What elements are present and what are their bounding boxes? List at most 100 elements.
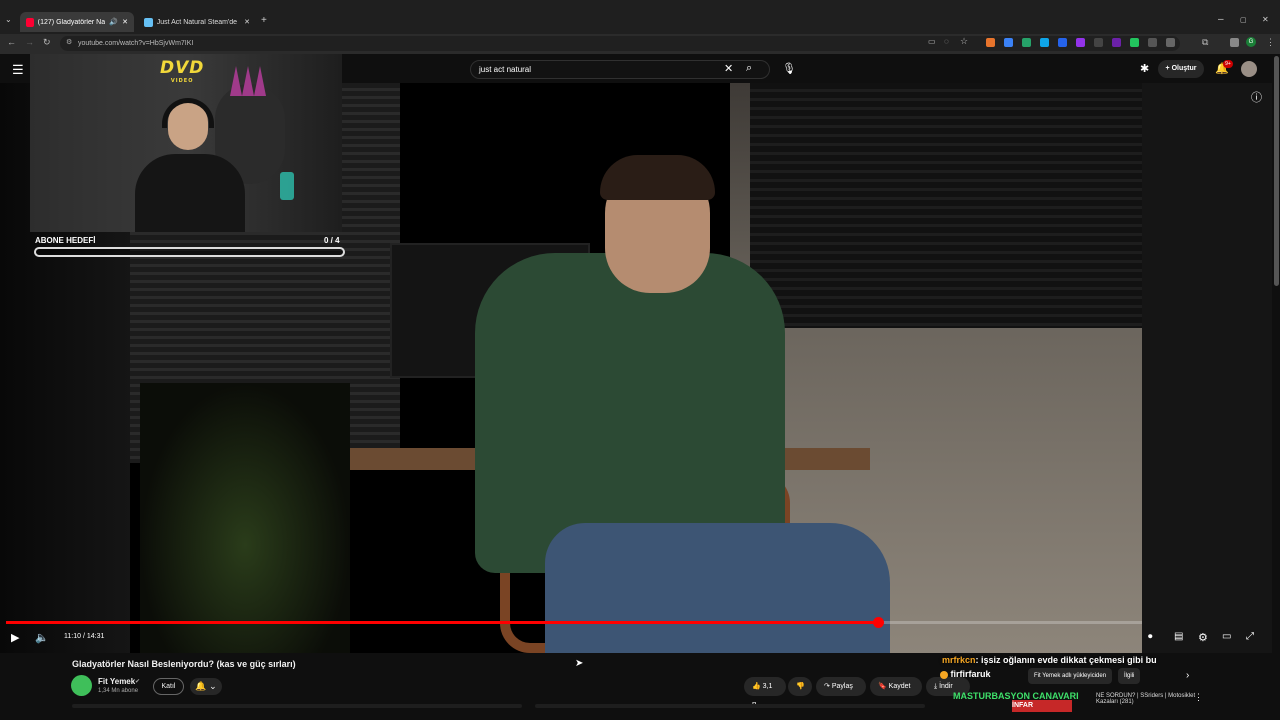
subscriber-goal-label: ABONE HEDEFİ [35,236,96,245]
extension-icon[interactable] [1166,38,1175,47]
clear-search-icon[interactable]: ✕ [724,62,733,75]
extension-icon[interactable] [986,38,995,47]
eye-off-icon[interactable]: ◌ [944,37,949,46]
progress-fill [6,621,879,624]
video-scene-plant [140,383,350,653]
like-button[interactable]: 👍 3,1 B [744,677,786,709]
back-icon[interactable]: ← [7,37,16,47]
extension-icon[interactable] [1076,38,1085,47]
thumbs-up-icon: 👍 [752,683,761,690]
video-person-hair [600,155,715,200]
volume-icon[interactable]: 🔈 [35,631,49,644]
browser-menu-icon[interactable]: ⋮ [1266,37,1275,48]
tab-label: Just Act Natural Steam'de [156,18,238,26]
subtitles-icon[interactable]: ▤ [1174,631,1183,642]
restore-button[interactable]: ▢ [1240,16,1247,24]
page-scrollbar[interactable] [1274,56,1279,286]
tab-label: (127) Gladyatörler Nasıl Be [37,18,106,26]
extension-icon[interactable] [1148,38,1157,47]
more-options-icon[interactable]: ⋮ [1194,692,1203,703]
bookmark-icon: 🔖 [878,683,887,690]
download-label: İndir [939,683,953,690]
play-icon[interactable]: ▶ [11,631,19,644]
tab-audio-icon[interactable]: 🔊 [109,18,118,26]
mouse-cursor-icon: ➤ [575,658,584,669]
save-button[interactable]: 🔖 Kaydet [870,677,922,696]
chat-message: firfirfaruk [940,669,991,679]
hamburger-icon[interactable]: ☰ [12,62,24,78]
browser-tab-bar: ⌄ (127) Gladyatörler Nasıl Be 🔊 ✕ Just A… [0,0,1280,34]
extension-icon[interactable]: ✱ [1140,62,1149,75]
video-progress-bar[interactable] [6,621,1142,624]
extension-icon[interactable] [1004,38,1013,47]
new-tab-button[interactable]: + [261,15,267,26]
info-icon[interactable]: ⓘ [1251,89,1262,105]
reload-icon[interactable]: ↻ [43,37,51,48]
chevron-right-icon[interactable]: › [1186,670,1189,681]
extension-icon[interactable] [1094,38,1103,47]
subscriber-goal-bar [34,247,345,257]
join-button[interactable]: Katıl [153,678,184,695]
extension-icon[interactable] [1130,38,1139,47]
profile-avatar-icon[interactable]: G [1246,37,1256,47]
settings-gear-icon[interactable]: ⚙ [1198,631,1208,644]
chip-related[interactable]: İlgili [1118,668,1141,684]
avatar[interactable] [1241,61,1257,77]
extension-icon[interactable] [1230,38,1239,47]
search-icon[interactable]: ⌕ [746,62,752,75]
extensions-puzzle-icon[interactable]: ⧉ [1202,37,1208,48]
save-label: Kaydet [888,683,911,690]
mic-icon[interactable]: 🎙 [782,62,796,75]
channel-avatar[interactable] [71,675,92,696]
channel-name[interactable]: Fit Yemek [98,677,135,686]
share-icon: ↷ [824,683,830,690]
cast-icon[interactable]: ▭ [928,37,936,46]
fullscreen-icon[interactable]: ⤢ [1246,631,1254,642]
youtube-favicon-icon [26,17,34,27]
tab-close-icon[interactable]: ✕ [122,18,128,26]
theater-mode-icon[interactable]: ▭ [1222,631,1231,642]
tab-list-icon[interactable]: ⌄ [5,15,12,24]
site-info-icon[interactable]: ⚙ [66,38,72,46]
tab-steam[interactable]: Just Act Natural Steam'de ✕ [138,12,256,32]
video-scene-blinds [750,83,1142,328]
coin-icon [940,670,948,679]
extension-icon[interactable] [1112,38,1121,47]
autoplay-toggle[interactable]: ⏺ [1148,631,1153,642]
rec-video-title[interactable]: NE SORDUN? | SSriders | Motosiklet Kazal… [1096,693,1196,705]
subscriber-goal-count: 0 / 4 [324,236,340,245]
chat-message: mrfrkcn: işsiz oğlanın evde dikkat çekme… [942,655,1157,665]
rgb-light [280,172,294,200]
placeholder-bar [535,704,925,708]
video-person-jeans [545,523,890,653]
chat-username: firfirfaruk [950,669,991,679]
video-side-panel [1142,83,1272,653]
share-button[interactable]: ↷ Paylaş [816,677,866,696]
extension-icon[interactable] [1040,38,1049,47]
verified-icon: ✔ [135,679,141,685]
tab-close-icon[interactable]: ✕ [244,18,250,26]
video-time: 11:10 / 14:31 [64,633,105,640]
url-text: youtube.com/watch?v=HbSjvWm7IKI [78,40,194,47]
search-query: just act natural [479,65,532,74]
extension-icon[interactable] [1022,38,1031,47]
close-window-button[interactable]: ✕ [1262,15,1269,24]
create-label: Oluştur [1171,65,1197,72]
stream-webcam-overlay: DVD VIDEO [30,54,342,232]
subscribe-bell-button[interactable]: 🔔 ⌄ [190,678,222,695]
steam-favicon-icon [144,17,153,27]
recommendation-chips: Fit Yemek adlı yükleyiciden İlgili [1028,668,1141,684]
video-title: Gladyatörler Nasıl Besleniyordu? (kas ve… [72,659,296,669]
notification-badge: 9+ [1223,60,1233,68]
share-label: Paylaş [831,683,853,690]
dislike-button[interactable]: 👎 [788,677,812,696]
extension-icon[interactable] [1058,38,1067,47]
subscriber-count: 1,34 Mn abone [98,688,139,694]
chip-from-uploader[interactable]: Fit Yemek adlı yükleyiciden [1028,668,1113,684]
chat-text: : işsiz oğlanın evde dikkat çekmesi gibi… [975,655,1157,665]
tab-youtube[interactable]: (127) Gladyatörler Nasıl Be 🔊 ✕ [20,12,134,32]
forward-icon[interactable]: → [25,37,34,47]
minimize-button[interactable]: – [1218,14,1224,25]
create-button[interactable]: + Oluştur [1158,60,1204,78]
bookmark-star-icon[interactable]: ☆ [960,36,968,47]
